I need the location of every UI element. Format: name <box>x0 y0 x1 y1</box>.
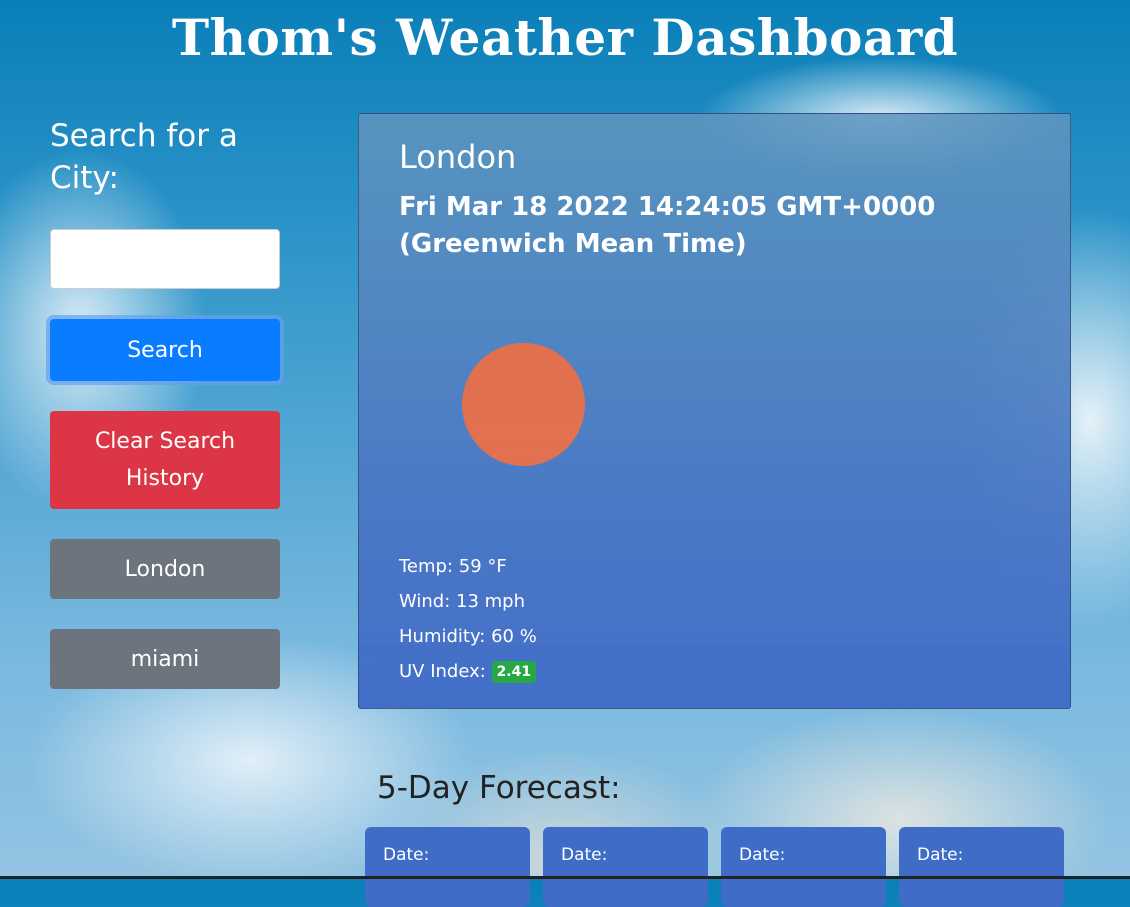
forecast-card: Date: <box>899 827 1064 907</box>
forecast-heading: 5-Day Forecast: <box>377 770 621 806</box>
sun-icon <box>462 343 585 466</box>
search-button[interactable]: Search <box>50 319 280 381</box>
humidity-text: Humidity: 60 % <box>399 626 537 647</box>
forecast-date-label: Date: <box>383 845 430 865</box>
forecast-card: Date: <box>721 827 886 907</box>
search-heading: Search for a City: <box>50 118 238 196</box>
city-search-input[interactable] <box>50 229 280 289</box>
current-stats: Temp: 59 °F Wind: 13 mph Humidity: 60 % … <box>399 549 537 689</box>
uv-index-row: UV Index: 2.41 <box>399 654 537 689</box>
forecast-card: Date: <box>543 827 708 907</box>
clear-history-button[interactable]: Clear Search History <box>50 411 280 509</box>
forecast-date-label: Date: <box>917 845 964 865</box>
current-city-name: London <box>399 138 517 176</box>
forecast-date-label: Date: <box>561 845 608 865</box>
current-datetime: Fri Mar 18 2022 14:24:05 GMT+0000 (Green… <box>399 192 936 259</box>
temp-text: Temp: 59 °F <box>399 556 507 577</box>
history-item-london[interactable]: London <box>50 539 280 599</box>
forecast-card: Date: <box>365 827 530 907</box>
uv-index-badge: 2.41 <box>491 661 537 683</box>
history-item-miami[interactable]: miami <box>50 629 280 689</box>
search-sidebar: Search for a City: Search Clear Search H… <box>50 115 280 719</box>
wind-text: Wind: 13 mph <box>399 591 526 612</box>
forecast-date-label: Date: <box>739 845 786 865</box>
page-title: Thom's Weather Dashboard <box>171 8 959 67</box>
uv-index-label: UV Index: <box>399 661 486 682</box>
current-weather-card: London Fri Mar 18 2022 14:24:05 GMT+0000… <box>358 113 1071 709</box>
